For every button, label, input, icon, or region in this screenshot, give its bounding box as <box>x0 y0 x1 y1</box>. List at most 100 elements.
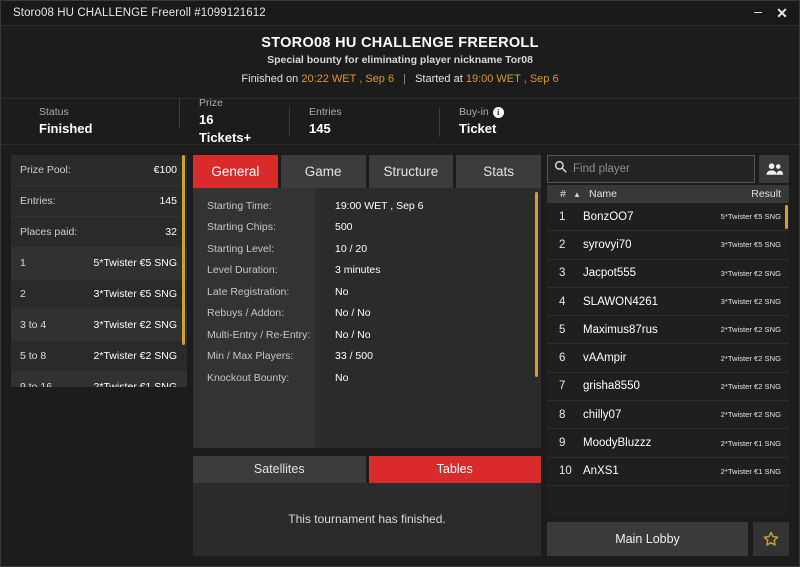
page-title: STORO08 HU CHALLENGE FREEROLL <box>1 34 799 52</box>
payout-row[interactable]: 2 3*Twister €5 SNG <box>11 279 187 310</box>
detail-row: Level Duration: 3 minutes <box>193 260 541 282</box>
player-name: chilly07 <box>583 409 721 421</box>
player-result: 3*Twister €2 SNG <box>721 297 781 306</box>
minimize-icon[interactable]: – <box>747 3 769 24</box>
table-row[interactable]: 6 vAAmpir 2*Twister €2 SNG <box>547 344 789 372</box>
table-row[interactable]: 4 SLAWON4261 3*Twister €2 SNG <box>547 288 789 316</box>
tab-game[interactable]: Game <box>281 155 366 188</box>
prize-pool-scrollbar[interactable] <box>182 155 185 345</box>
detail-key: Starting Level: <box>207 243 315 255</box>
times-divider: | <box>397 73 412 85</box>
column-header-num[interactable]: # <box>553 188 573 200</box>
payout-row[interactable]: 3 to 4 3*Twister €2 SNG <box>11 310 187 341</box>
detail-value: 33 / 500 <box>315 350 373 362</box>
search-input[interactable] <box>573 163 748 175</box>
detail-row: Multi-Entry / Re-Entry: No / No <box>193 324 541 346</box>
star-icon[interactable] <box>753 522 789 556</box>
stat-prize-value: 16 Tickets+ <box>199 111 269 147</box>
player-result: 2*Twister €1 SNG <box>721 467 781 476</box>
table-row[interactable]: 2 syrovyi70 3*Twister €5 SNG <box>547 231 789 259</box>
player-name: MoodyBluzzz <box>583 437 721 449</box>
player-name: SLAWON4261 <box>583 296 721 308</box>
sort-ascending-icon[interactable]: ▲ <box>573 190 589 199</box>
started-label: Started at <box>415 73 463 85</box>
detail-value: 3 minutes <box>315 264 381 276</box>
search-icon <box>554 160 567 178</box>
players-icon[interactable] <box>759 155 789 183</box>
payout-prize: 2*Twister €2 SNG <box>82 350 177 362</box>
player-result: 2*Twister €1 SNG <box>721 439 781 448</box>
table-row[interactable]: 5 Maximus87rus 2*Twister €2 SNG <box>547 316 789 344</box>
payout-row[interactable]: 1 5*Twister €5 SNG <box>11 248 187 279</box>
payout-rank: 2 <box>20 288 82 300</box>
detail-key: Level Duration: <box>207 264 315 276</box>
payout-prize: 5*Twister €5 SNG <box>82 257 177 269</box>
stat-status-label: Status <box>39 105 69 120</box>
player-rank: 2 <box>553 239 583 251</box>
detail-key: Starting Chips: <box>207 221 315 233</box>
tournament-header: STORO08 HU CHALLENGE FREEROLL Special bo… <box>1 26 799 99</box>
player-rank: 1 <box>553 211 583 223</box>
detail-value: 10 / 20 <box>315 243 367 255</box>
table-row[interactable]: 7 grisha8550 2*Twister €2 SNG <box>547 373 789 401</box>
stat-prize-label: Prize <box>199 96 223 111</box>
player-search-row <box>547 155 789 183</box>
bottom-tabs: Satellites Tables <box>193 456 541 483</box>
column-header-name[interactable]: Name <box>589 188 751 200</box>
finished-time: 20:22 WET , Sep 6 <box>301 73 394 85</box>
tab-general[interactable]: General <box>193 155 278 188</box>
detail-key: Multi-Entry / Re-Entry: <box>207 329 315 341</box>
detail-value: No / No <box>315 307 371 319</box>
tab-satellites[interactable]: Satellites <box>193 456 366 483</box>
detail-row: Starting Level: 10 / 20 <box>193 238 541 260</box>
prize-summary-row: Entries: 145 <box>11 186 187 217</box>
payout-rank: 1 <box>20 257 82 269</box>
table-row[interactable]: 8 chilly07 2*Twister €2 SNG <box>547 401 789 429</box>
detail-scrollbar[interactable] <box>535 192 538 377</box>
payout-prize: 2*Twister €1 SNG <box>82 381 177 387</box>
table-row[interactable]: 1 BonzOO7 5*Twister €5 SNG <box>547 203 789 231</box>
window-titlebar[interactable]: Storo08 HU CHALLENGE Freeroll #109912161… <box>1 1 799 26</box>
payout-rank: 9 to 16 <box>20 381 82 387</box>
player-table-header: # ▲ Name Result <box>547 185 789 203</box>
payout-row[interactable]: 9 to 16 2*Twister €1 SNG <box>11 372 187 387</box>
tab-tables[interactable]: Tables <box>369 456 542 483</box>
column-header-result[interactable]: Result <box>751 188 781 200</box>
tab-stats[interactable]: Stats <box>456 155 541 188</box>
payout-prize: 3*Twister €2 SNG <box>82 319 177 331</box>
player-result: 3*Twister €2 SNG <box>721 269 781 278</box>
player-name: Maximus87rus <box>583 324 721 336</box>
started-time: 19:00 WET , Sep 6 <box>466 73 559 85</box>
player-list-scrollbar[interactable] <box>785 205 788 229</box>
info-icon[interactable]: i <box>493 107 504 118</box>
payout-rank: 5 to 8 <box>20 350 82 362</box>
prize-pool-label: Prize Pool: <box>20 164 154 176</box>
detail-value: No <box>315 372 348 384</box>
main-lobby-button[interactable]: Main Lobby <box>547 522 748 556</box>
stat-status-value: Finished <box>39 120 159 138</box>
detail-value: 19:00 WET , Sep 6 <box>315 200 424 212</box>
detail-rows: Starting Time: 19:00 WET , Sep 6 Startin… <box>193 188 541 389</box>
tab-structure[interactable]: Structure <box>369 155 454 188</box>
search-input-wrapper[interactable] <box>547 155 755 183</box>
places-paid-label: Places paid: <box>20 226 165 238</box>
footer-actions: Main Lobby <box>547 522 789 556</box>
tables-pane: This tournament has finished. <box>193 483 541 556</box>
player-name: BonzOO7 <box>583 211 721 223</box>
stat-buyin-label: Buy-in <box>459 105 489 120</box>
close-icon[interactable]: ✕ <box>771 3 793 24</box>
players-column: # ▲ Name Result 1 BonzOO7 5*Twister €5 S… <box>547 155 789 566</box>
payout-row[interactable]: 5 to 8 2*Twister €2 SNG <box>11 341 187 372</box>
player-list: 1 BonzOO7 5*Twister €5 SNG 2 syrovyi70 3… <box>547 203 789 516</box>
tournament-times: Finished on 20:22 WET , Sep 6 | Started … <box>1 70 799 89</box>
player-rank: 8 <box>553 409 583 421</box>
player-rank: 3 <box>553 267 583 279</box>
detail-value: No <box>315 286 348 298</box>
player-result: 2*Twister €2 SNG <box>721 325 781 334</box>
player-name: vAAmpir <box>583 352 721 364</box>
player-result: 2*Twister €2 SNG <box>721 382 781 391</box>
prize-pool-column: Prize Pool: €100 Entries: 145 Places pai… <box>11 155 187 566</box>
table-row[interactable]: 10 AnXS1 2*Twister €1 SNG <box>547 458 789 486</box>
table-row[interactable]: 3 Jacpot555 3*Twister €2 SNG <box>547 260 789 288</box>
table-row[interactable]: 9 MoodyBluzzz 2*Twister €1 SNG <box>547 429 789 457</box>
